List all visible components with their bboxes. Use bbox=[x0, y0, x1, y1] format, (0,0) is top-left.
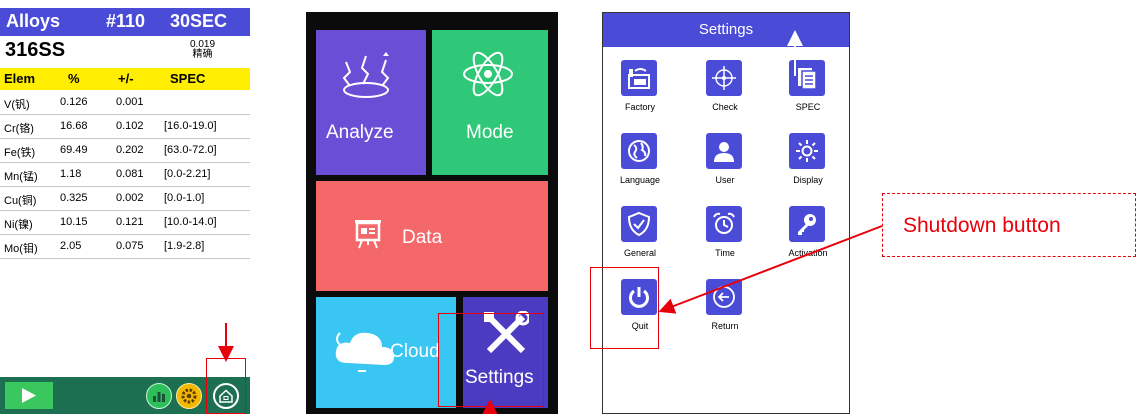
shutdown-arrow bbox=[658, 225, 883, 314]
annotation-arrows bbox=[218, 30, 883, 414]
